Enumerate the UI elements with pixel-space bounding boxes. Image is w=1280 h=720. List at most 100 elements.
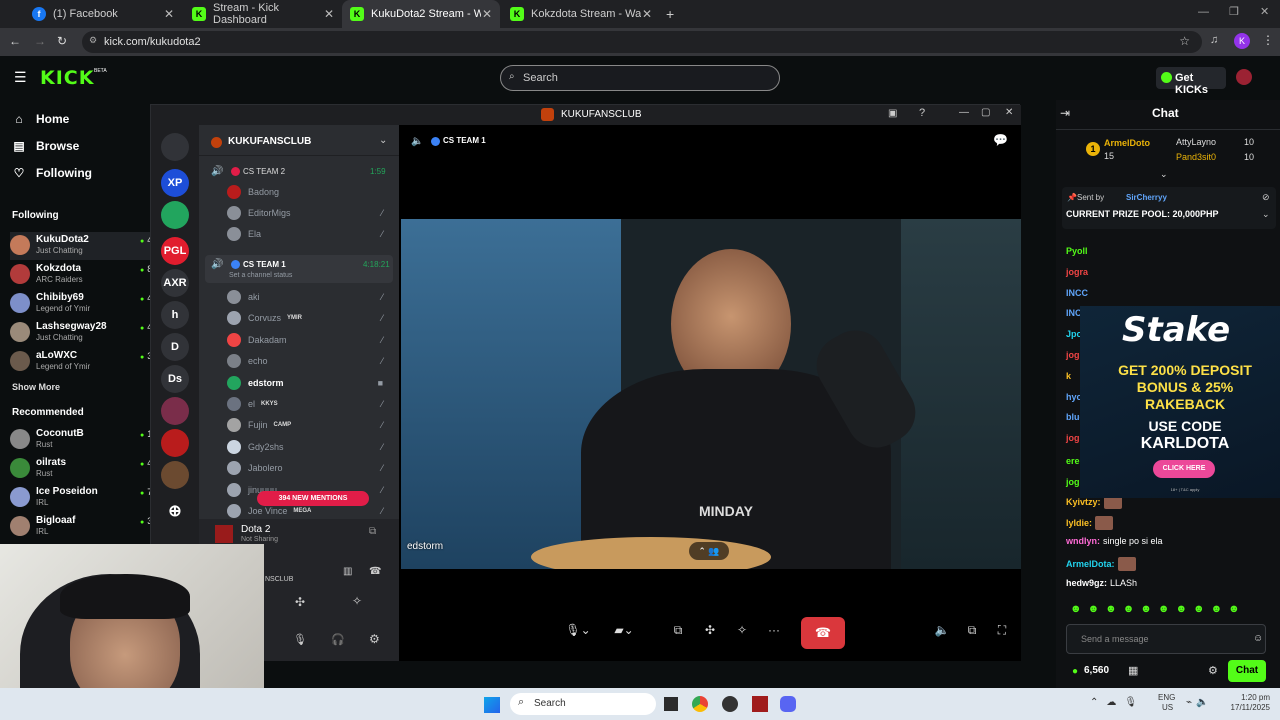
voice-user-row[interactable]: Fujin CAMP ⁄ [227,416,387,434]
collapse-chat-icon[interactable]: ⇥ [1060,106,1070,120]
server-icon[interactable] [161,429,189,457]
obs-icon[interactable] [722,696,738,712]
recommended-channel-row[interactable]: Ice PoseidonIRL7.7 [10,484,160,512]
bookmark-star-icon[interactable]: ☆ [1179,34,1190,48]
nav-following[interactable]: ♡ Following [12,166,92,180]
close-icon[interactable]: ✕ [164,7,174,21]
add-server-icon[interactable]: ⊕ [161,497,189,525]
tab-kokzdota[interactable]: K Kokzdota Stream - Watch Live o ✕ [502,0,660,28]
close-icon[interactable]: ✕ [642,7,652,21]
chevron-down-icon[interactable]: ⌄ [1262,209,1270,220]
chat-username[interactable]: wndlyn: [1066,536,1100,546]
voice-user-row[interactable]: Gdy2shs ⁄ [227,438,387,456]
chat-input[interactable]: Send a message ☺ [1066,624,1266,654]
nav-home[interactable]: ⌂ Home [12,112,69,126]
following-channel-row[interactable]: aLoWXCLegend of Ymir35 [10,348,160,376]
following-channel-row[interactable]: Lashsegway28Just Chatting40 [10,319,160,347]
mic-icon[interactable]: 🎙 [293,633,307,646]
kick-logo[interactable]: KICK [40,67,94,89]
pinned-message[interactable]: 📌 Sent by SirCherryy ⊘ CURRENT PRIZE POO… [1062,187,1276,229]
server-icon[interactable]: PGL [161,237,189,265]
chat-username-partial[interactable]: INCC [1066,288,1088,298]
reload-icon[interactable]: ↻ [57,34,67,48]
chat-message[interactable]: ArmelDota: [1066,557,1136,571]
emote-bar[interactable]: ☻☻☻☻☻☻☻☻☻☻ [1070,603,1246,615]
chat-bubble-icon[interactable]: 💬 [993,133,1008,147]
menu-dots-icon[interactable]: ⋮ [1262,33,1274,47]
search-input[interactable]: ⌕ Search [500,65,780,91]
screen-share-icon[interactable]: ⧉ [369,526,376,537]
voice-channel-cs-team-1[interactable]: 🔊 CS TEAM 1 4:18:21 Set a channel status [205,255,393,283]
address-bar[interactable]: ⚙ kick.com/kukudota2 ☆ [82,31,1202,53]
popout-icon[interactable]: ⧉ [959,617,985,643]
stake-advertisement[interactable]: Stake GET 200% DEPOSIT BONUS & 25% RAKEB… [1080,306,1280,498]
server-icon[interactable]: D [161,333,189,361]
chrome-icon[interactable] [692,696,708,712]
hang-up-button[interactable]: ☎ [801,617,845,649]
voice-user-row[interactable]: edstorm ■ [227,374,387,392]
following-channel-row[interactable]: KokzdotaARC Raiders80 [10,261,160,289]
voice-user-row[interactable]: Corvuzs YMIR ⁄ [227,309,387,327]
chat-username-partial[interactable]: k [1066,371,1071,381]
soundboard-icon[interactable]: ✧ [352,594,362,608]
chat-username-partial[interactable]: jogra [1066,267,1088,277]
clock-time[interactable]: 1:20 pm [1232,693,1270,702]
dota-icon[interactable] [752,696,768,712]
inbox-icon[interactable]: ▣ [888,108,897,119]
server-icon[interactable]: XP [161,169,189,197]
get-kicks-button[interactable]: Get KICKs [1156,67,1226,96]
user-avatar[interactable] [1236,69,1252,85]
more-options-icon[interactable]: ··· [761,617,787,643]
start-icon[interactable] [484,697,500,713]
taskbar-search[interactable]: ⌕ Search [510,693,656,715]
profile-avatar[interactable]: K [1234,33,1250,49]
back-icon[interactable]: ← [9,34,21,48]
minimize-icon[interactable]: — [1198,6,1209,18]
chevron-down-icon[interactable]: ⌄ [379,135,387,146]
forward-icon[interactable]: → [34,34,46,48]
expand-leaderboard-icon[interactable]: ⌄ [1160,169,1168,180]
server-icon[interactable]: h [161,301,189,329]
hamburger-menu-icon[interactable]: ☰ [14,69,27,86]
chat-username[interactable]: Kyivtzy: [1066,497,1101,507]
close-icon[interactable]: ✕ [1005,107,1013,118]
activities-icon[interactable]: ✣ [697,617,723,643]
share-screen-icon[interactable]: ⧉ [665,617,691,643]
media-icon[interactable]: ♫ [1210,34,1218,46]
headphones-icon[interactable]: 🎧 [331,633,345,646]
server-icon[interactable]: Ds [161,365,189,393]
voice-user-row[interactable]: Jabolero ⁄ [227,459,387,477]
server-icon[interactable] [161,201,189,229]
emoji-icon[interactable]: ☺ [1253,633,1263,644]
help-icon[interactable]: ? [919,107,925,119]
task-view-icon[interactable] [664,697,678,711]
soundboard-icon[interactable]: ✧ [729,617,755,643]
recommended-channel-row[interactable]: CoconutBRust13. [10,426,160,454]
recommended-channel-row[interactable]: BigloaafIRL36 [10,513,160,541]
server-icon[interactable] [161,397,189,425]
network-volume-icons[interactable]: ⌁🔈 [1186,697,1212,708]
volume-icon[interactable]: 🔈 [929,617,955,643]
chat-message[interactable]: wndlyn: single po si ela [1066,536,1163,546]
nav-browse[interactable]: ▤ Browse [12,139,79,153]
voice-channel-cs-team-2[interactable]: CS TEAM 2 [243,167,285,176]
toggle-camera-button[interactable]: ▰⌄ [611,617,637,643]
chat-username[interactable]: lyldie: [1066,518,1092,528]
activities-icon[interactable]: ✣ [295,595,305,609]
voice-user-row[interactable]: echo ⁄ [227,352,387,370]
new-tab-icon[interactable]: + [666,6,674,22]
user-settings-icon[interactable]: ⚙ [369,632,380,646]
channel-status[interactable]: Set a channel status [229,272,292,279]
signal-icon[interactable]: ▥ [343,566,352,577]
gift-icon[interactable]: ▦ [1128,664,1138,677]
system-tray-icons[interactable]: ⌃☁🎙 [1090,697,1145,708]
disconnect-icon[interactable]: ☎ [369,566,381,577]
show-more-link[interactable]: Show More [12,382,60,392]
voice-user-row[interactable]: Badong [227,183,387,201]
recommended-channel-row[interactable]: oilratsRust4.6 [10,455,160,483]
site-info-icon[interactable]: ⚙ [89,35,97,46]
voice-user-row[interactable]: el KKYS ⁄ [227,395,387,413]
expand-participants-button[interactable]: ⌃ 👥 [689,542,729,560]
following-channel-row[interactable]: KukuDota2Just Chatting4.4 [10,232,160,260]
server-name[interactable]: KUKUFANSCLUB [228,136,311,147]
